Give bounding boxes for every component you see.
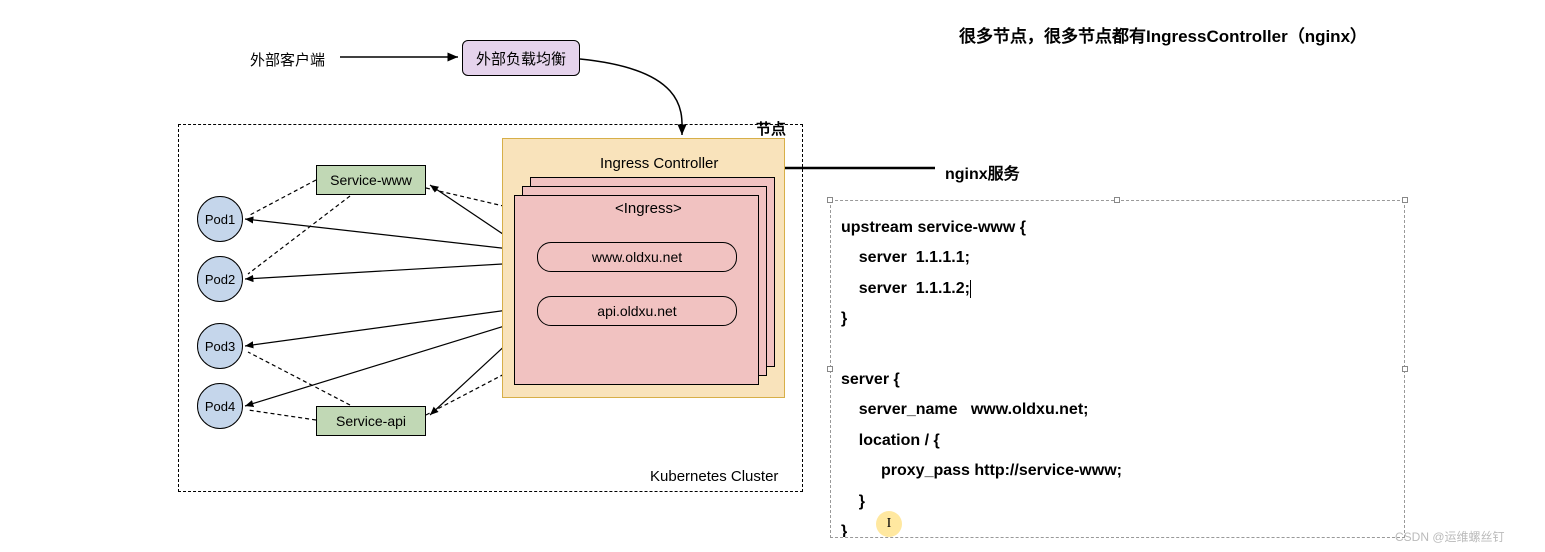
- service-api-label: Service-api: [336, 413, 406, 429]
- load-balancer-box: 外部负载均衡: [462, 40, 580, 76]
- selection-handle-icon[interactable]: [1402, 197, 1408, 203]
- service-www-label: Service-www: [330, 172, 412, 188]
- code-line: }: [841, 523, 847, 538]
- code-line: server {: [841, 371, 900, 388]
- selection-handle-icon[interactable]: [827, 366, 833, 372]
- code-line: upstream service-www {: [841, 219, 1026, 236]
- selection-handle-icon[interactable]: [827, 197, 833, 203]
- pod3: Pod3: [197, 323, 243, 369]
- code-line: server 1.1.1.1;: [841, 249, 970, 266]
- ingress-controller-label: Ingress Controller: [600, 155, 718, 172]
- watermark: CSDN @运维螺丝钉: [1395, 528, 1505, 545]
- pod3-label: Pod3: [205, 339, 235, 354]
- pod4-label: Pod4: [205, 399, 235, 414]
- pod2-label: Pod2: [205, 272, 235, 287]
- route-www-label: www.oldxu.net: [592, 249, 682, 265]
- mouse-cursor-icon: I: [876, 511, 902, 537]
- code-line: }: [841, 310, 847, 327]
- code-line: server 1.1.1.2;: [841, 280, 970, 297]
- route-api-label: api.oldxu.net: [597, 303, 676, 319]
- code-line: server_name www.oldxu.net;: [841, 401, 1088, 418]
- pod4: Pod4: [197, 383, 243, 429]
- client-label: 外部客户端: [250, 49, 325, 70]
- ingress-stack-card: [514, 195, 759, 385]
- selection-handle-icon[interactable]: [1114, 197, 1120, 203]
- route-api-box: api.oldxu.net: [537, 296, 737, 326]
- ingress-title: <Ingress>: [615, 200, 682, 217]
- service-www-box: Service-www: [316, 165, 426, 195]
- service-api-box: Service-api: [316, 406, 426, 436]
- nginx-config-code[interactable]: upstream service-www { server 1.1.1.1; s…: [830, 200, 1405, 538]
- cluster-label: Kubernetes Cluster: [650, 468, 778, 485]
- nginx-service-label: nginx服务: [945, 160, 1020, 184]
- code-line: }: [841, 493, 865, 510]
- selection-handle-icon[interactable]: [1402, 366, 1408, 372]
- pod1-label: Pod1: [205, 212, 235, 227]
- pod2: Pod2: [197, 256, 243, 302]
- node-label: 节点: [756, 118, 786, 139]
- route-www-box: www.oldxu.net: [537, 242, 737, 272]
- code-line: location / {: [841, 432, 940, 449]
- load-balancer-label: 外部负载均衡: [476, 48, 566, 69]
- top-note: 很多节点，很多节点都有IngressController（nginx）: [959, 22, 1367, 47]
- text-cursor-icon: [970, 280, 971, 298]
- pod1: Pod1: [197, 196, 243, 242]
- code-line: proxy_pass http://service-www;: [841, 462, 1122, 479]
